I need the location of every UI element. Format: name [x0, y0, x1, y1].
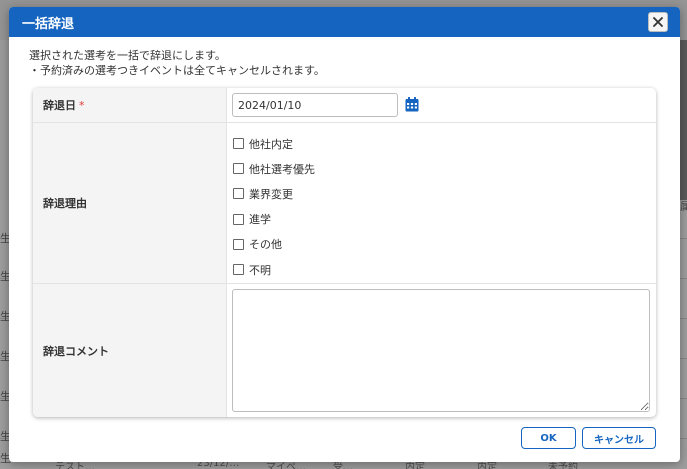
checkbox[interactable] — [233, 238, 244, 250]
form-row-reason: 辞退理由 他社内定 他社選考優先 業界変更 進学 その他 不明 — [33, 123, 656, 284]
checkbox[interactable] — [233, 138, 244, 150]
checkbox[interactable] — [233, 163, 244, 175]
decline-comment-textarea[interactable] — [232, 289, 650, 412]
checkbox[interactable] — [233, 213, 244, 225]
date-value-cell — [228, 88, 656, 122]
close-button[interactable] — [648, 12, 668, 32]
date-label: 辞退日 * — [33, 88, 227, 122]
dialog-description: 選択された選考を一括で辞退にします。 ・予約済みの選考つきイベントは全てキャンセ… — [9, 37, 680, 78]
bulk-decline-dialog: 一括辞退 選択された選考を一括で辞退にします。 ・予約済みの選考つきイベントは全… — [9, 7, 680, 462]
cancel-button[interactable]: キャンセル — [582, 427, 656, 449]
decline-form: 辞退日 * 辞退理由 — [33, 88, 656, 417]
dialog-header: 一括辞退 — [9, 7, 680, 37]
close-icon — [653, 17, 663, 27]
form-row-date: 辞退日 * — [33, 88, 656, 123]
reason-option-other-company-offer[interactable]: 他社内定 — [233, 131, 315, 156]
reason-option-other[interactable]: その他 — [233, 232, 315, 257]
reason-checkbox-list: 他社内定 他社選考優先 業界変更 進学 その他 不明 — [233, 131, 315, 282]
reason-option-other-company-priority[interactable]: 他社選考優先 — [233, 156, 315, 181]
date-label-text: 辞退日 — [43, 99, 76, 112]
checkbox-label: その他 — [249, 238, 282, 252]
reason-option-industry-change[interactable]: 業界変更 — [233, 181, 315, 206]
checkbox-label: 他社内定 — [249, 137, 293, 151]
reason-value-cell: 他社内定 他社選考優先 業界変更 進学 その他 不明 — [228, 123, 656, 283]
checkbox-label: 進学 — [249, 213, 271, 227]
decline-date-input[interactable] — [232, 93, 398, 117]
reason-label-text: 辞退理由 — [43, 197, 87, 210]
form-row-comment: 辞退コメント — [33, 284, 656, 417]
calendar-icon[interactable] — [405, 97, 419, 112]
reason-option-further-study[interactable]: 進学 — [233, 207, 315, 232]
required-mark: * — [79, 98, 85, 112]
comment-value-cell — [228, 284, 656, 417]
checkbox-label: 業界変更 — [249, 187, 293, 201]
checkbox-label: 不明 — [249, 263, 271, 277]
checkbox[interactable] — [233, 264, 244, 276]
dialog-title: 一括辞退 — [22, 16, 75, 32]
description-line: ・予約済みの選考つきイベントは全てキャンセルされます。 — [29, 64, 325, 77]
ok-button[interactable]: OK — [521, 427, 576, 449]
checkbox[interactable] — [233, 188, 244, 200]
description-line: 選択された選考を一括で辞退にします。 — [29, 49, 226, 62]
checkbox-label: 他社選考優先 — [249, 162, 315, 176]
reason-label: 辞退理由 — [33, 123, 227, 283]
comment-label-text: 辞退コメント — [43, 344, 109, 358]
reason-option-unknown[interactable]: 不明 — [233, 257, 315, 282]
comment-label: 辞退コメント — [33, 284, 227, 417]
